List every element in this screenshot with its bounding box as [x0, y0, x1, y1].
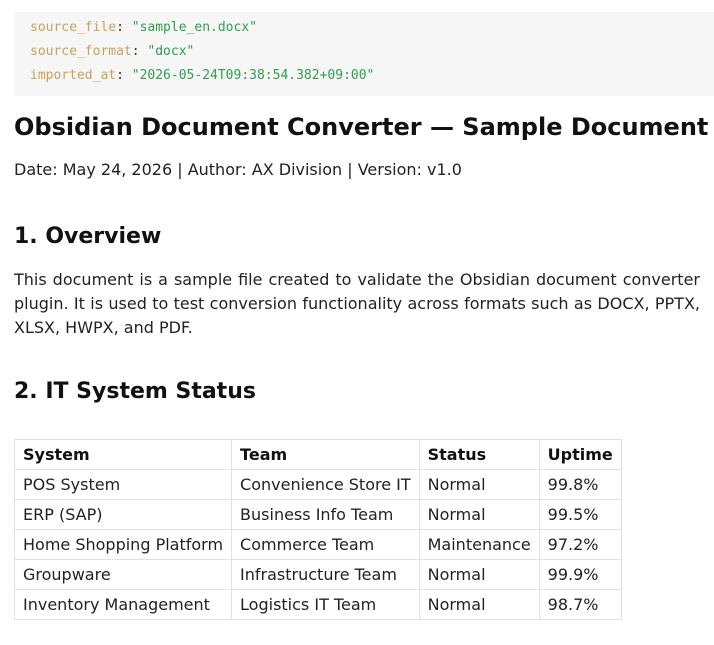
frontmatter-value: "2026-05-24T09:38:54.382+09:00": [131, 68, 375, 83]
frontmatter-value: "docx": [147, 44, 195, 59]
overview-paragraph: This document is a sample file created t…: [14, 270, 700, 337]
document-title: Obsidian Document Converter — Sample Doc…: [14, 113, 709, 141]
column-header-uptime: Uptime: [538, 439, 622, 470]
cell-uptime: 99.9%: [538, 559, 622, 590]
cell-team: Convenience Store IT: [231, 469, 420, 500]
frontmatter-key: source_format: [30, 44, 132, 59]
cell-system: Home Shopping Platform: [13, 529, 233, 560]
column-header-team: Team: [231, 439, 420, 470]
frontmatter-line: source_file: "sample_en.docx": [30, 16, 714, 40]
cell-team: Commerce Team: [231, 529, 420, 560]
cell-team: Logistics IT Team: [231, 589, 420, 620]
frontmatter-key: source_file: [30, 20, 117, 35]
it-system-status-table: System Team Status Uptime POS System Con…: [13, 439, 622, 620]
table-row: POS System Convenience Store IT Normal 9…: [13, 469, 622, 500]
table-row: ERP (SAP) Business Info Team Normal 99.5…: [13, 499, 622, 530]
frontmatter-line: source_format: "docx": [30, 40, 714, 64]
cell-uptime: 99.8%: [538, 469, 622, 500]
cell-status: Normal: [418, 559, 540, 590]
column-header-status: Status: [418, 439, 540, 470]
cell-uptime: 97.2%: [538, 529, 622, 560]
frontmatter-separator: :: [116, 20, 132, 35]
frontmatter-block: source_file: "sample_en.docx" source_for…: [14, 12, 714, 96]
cell-team: Infrastructure Team: [231, 559, 420, 590]
cell-system: Inventory Management: [13, 589, 233, 620]
cell-system: Groupware: [13, 559, 233, 590]
cell-status: Normal: [418, 469, 540, 500]
cell-status: Normal: [418, 589, 540, 620]
cell-status: Normal: [418, 499, 540, 530]
frontmatter-separator: :: [131, 44, 148, 59]
section-heading-overview: 1. Overview: [14, 224, 162, 249]
frontmatter-value: "sample_en.docx": [131, 20, 257, 35]
cell-system: ERP (SAP): [13, 499, 233, 530]
table-header-row: System Team Status Uptime: [13, 439, 622, 470]
table-row: Inventory Management Logistics IT Team N…: [13, 589, 622, 620]
frontmatter-line: imported_at: "2026-05-24T09:38:54.382+09…: [30, 64, 714, 88]
cell-uptime: 98.7%: [538, 589, 622, 620]
column-header-system: System: [13, 439, 233, 470]
cell-status: Maintenance: [418, 529, 540, 560]
table-row: Groupware Infrastructure Team Normal 99.…: [13, 559, 622, 590]
document-page: source_file: "sample_en.docx" source_for…: [13, 0, 714, 620]
section-heading-it-status: 2. IT System Status: [14, 379, 256, 404]
cell-uptime: 99.5%: [538, 499, 622, 530]
cell-system: POS System: [13, 469, 233, 500]
cell-team: Business Info Team: [231, 499, 420, 530]
frontmatter-key: imported_at: [30, 68, 117, 83]
document-meta: Date: May 24, 2026 | Author: AX Division…: [14, 160, 462, 179]
table-row: Home Shopping Platform Commerce Team Mai…: [13, 529, 622, 560]
frontmatter-separator: :: [116, 68, 132, 83]
